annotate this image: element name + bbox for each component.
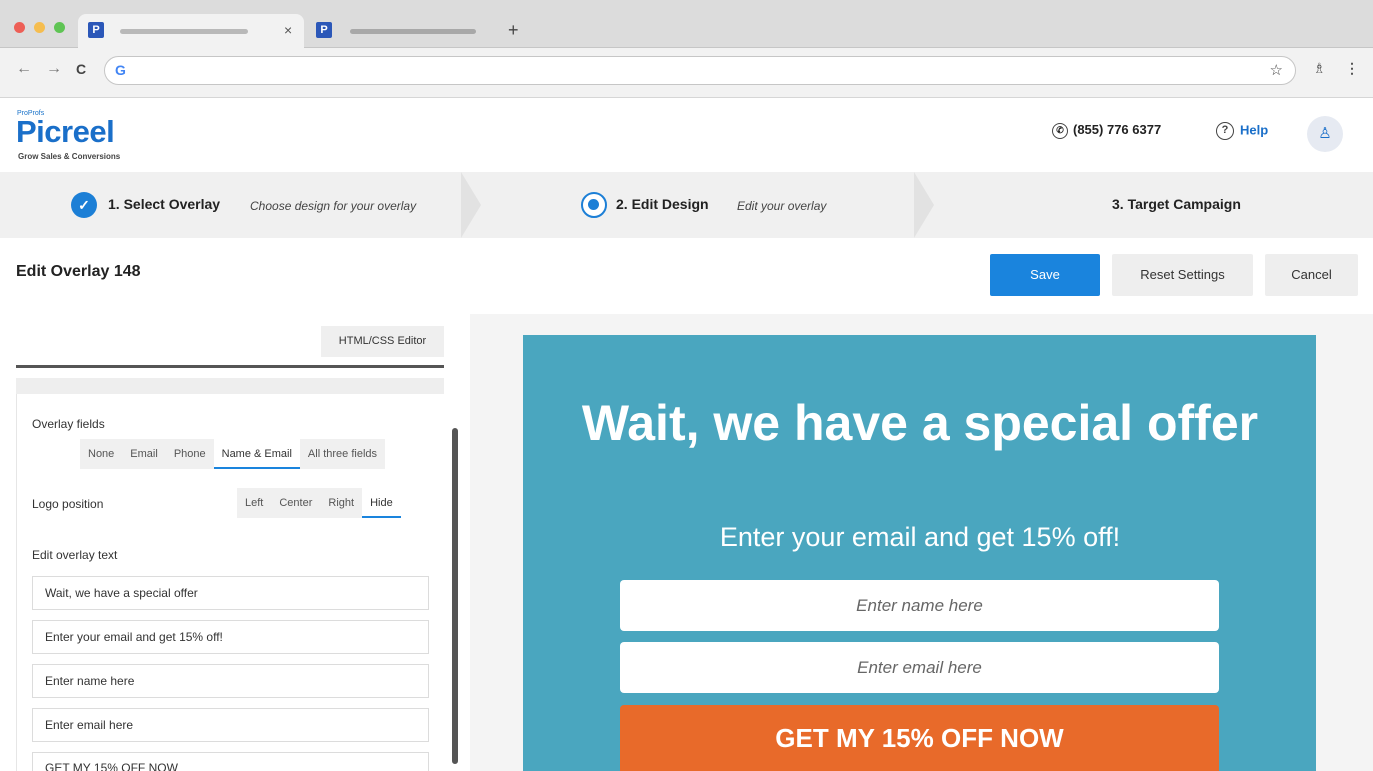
phone-icon: ✆ (1052, 122, 1068, 139)
step-target-campaign[interactable]: 3. Target Campaign (1112, 196, 1241, 212)
html-css-editor-button[interactable]: HTML/CSS Editor (321, 326, 444, 357)
save-button[interactable]: Save (990, 254, 1100, 296)
overlay-name-input[interactable]: Enter name here (620, 580, 1219, 631)
new-tab-icon[interactable]: + (508, 20, 519, 41)
picreel-favicon-icon: P (316, 22, 332, 38)
subheading-text-field[interactable]: Enter your email and get 15% off! (32, 620, 429, 654)
tab-title (350, 29, 476, 34)
overlay-fields-option-none[interactable]: None (80, 439, 122, 469)
step-select-overlay[interactable]: 1. Select Overlay (108, 196, 220, 212)
browser-tab-bar: P × P + (0, 0, 1373, 48)
tab-close-icon[interactable]: × (284, 22, 292, 38)
step-edit-design-subtitle: Edit your overlay (737, 199, 827, 213)
phone-number[interactable]: ✆ (855) 776 6377 (1052, 122, 1161, 139)
google-icon: G (115, 62, 126, 78)
step-separator (461, 172, 481, 238)
step-current-radio-icon (581, 192, 607, 218)
tab-title (120, 29, 248, 34)
maximize-window-dot[interactable] (54, 22, 65, 33)
back-icon[interactable]: ← (16, 60, 32, 78)
step-edit-design[interactable]: 2. Edit Design (616, 196, 709, 212)
browser-tab-inactive[interactable]: P (306, 14, 496, 48)
logo-position-selector: Left Center Right Hide (237, 488, 401, 518)
phone-label: (855) 776 6377 (1073, 122, 1162, 137)
panel-divider (16, 365, 444, 368)
logo[interactable]: Picreel (16, 114, 115, 150)
help-label: Help (1240, 122, 1269, 138)
overlay-fields-selector: None Email Phone Name & Email All three … (80, 439, 386, 469)
browser-toolbar: ← → C G ☆ ♗ ⋮ (0, 48, 1373, 98)
wizard-steps: ✓ 1. Select Overlay Choose design for yo… (0, 172, 1373, 238)
edit-overlay-text-label: Edit overlay text (32, 548, 118, 562)
address-bar[interactable]: G ☆ (104, 56, 1296, 85)
step-complete-check-icon: ✓ (71, 192, 97, 218)
heading-text-field[interactable]: Wait, we have a special offer (32, 576, 429, 610)
overlay-fields-option-name-email[interactable]: Name & Email (213, 439, 300, 469)
close-window-dot[interactable] (14, 22, 25, 33)
overlay-subheading: Enter your email and get 15% off! (719, 522, 1121, 552)
name-placeholder-text-field[interactable]: Enter name here (32, 664, 429, 698)
step-select-overlay-subtitle: Choose design for your overlay (250, 199, 417, 213)
browser-menu-icon[interactable]: ⋮ (1345, 60, 1359, 77)
overlay-cta-button[interactable]: GET MY 15% OFF NOW (620, 705, 1219, 771)
step-separator (914, 172, 934, 238)
logo-position-option-right[interactable]: Right (320, 488, 362, 518)
page-title: Edit Overlay 148 (16, 263, 141, 280)
extension-icon[interactable]: ♗ (1313, 60, 1326, 77)
reset-settings-button[interactable]: Reset Settings (1112, 254, 1253, 296)
panel-scrollbar-thumb[interactable] (452, 428, 458, 764)
app-header: ProProfs Picreel Grow Sales & Conversion… (0, 98, 1373, 172)
browser-tab-active[interactable]: P × (78, 14, 304, 48)
forward-icon[interactable]: → (46, 60, 62, 78)
minimize-window-dot[interactable] (34, 22, 45, 33)
help-icon: ? (1216, 122, 1234, 140)
overlay-email-input[interactable]: Enter email here (620, 642, 1219, 693)
logo-tagline: Grow Sales & Conversions (18, 152, 121, 161)
logo-position-option-hide[interactable]: Hide (362, 488, 401, 518)
picreel-favicon-icon: P (88, 22, 104, 38)
reload-icon[interactable]: C (76, 61, 86, 77)
settings-panel-top (16, 378, 444, 394)
user-avatar-icon[interactable]: ♙ (1307, 116, 1343, 152)
cancel-button[interactable]: Cancel (1265, 254, 1358, 296)
logo-position-label: Logo position (32, 497, 104, 511)
logo-position-option-left[interactable]: Left (237, 488, 271, 518)
overlay-fields-option-phone[interactable]: Phone (166, 439, 214, 469)
bookmark-star-icon[interactable]: ☆ (1270, 61, 1283, 79)
email-placeholder-text-field[interactable]: Enter email here (32, 708, 429, 742)
logo-position-option-center[interactable]: Center (271, 488, 320, 518)
overlay-fields-option-all-three[interactable]: All three fields (300, 439, 385, 469)
overlay-fields-label: Overlay fields (32, 417, 105, 431)
cta-text-field[interactable]: GET MY 15% OFF NOW (32, 752, 429, 771)
help-link[interactable]: ? Help (1216, 122, 1268, 140)
overlay-fields-option-email[interactable]: Email (122, 439, 166, 469)
overlay-heading: Wait, we have a special offer (581, 395, 1259, 451)
